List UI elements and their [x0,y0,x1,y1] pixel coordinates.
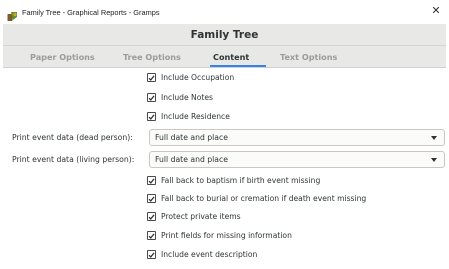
include-notes-label: Include Notes [161,93,213,102]
check-icon [148,113,155,120]
baptism-fallback-option[interactable]: Fall back to baptism if birth event miss… [147,176,320,185]
baptism-fallback-label: Fall back to baptism if birth event miss… [161,176,321,185]
missing-info-label: Print fields for missing information [161,231,292,240]
tab-tree-options[interactable]: Tree Options [123,46,181,68]
event-description-label: Include event description [161,250,258,259]
living-person-value: Full date and place [155,155,228,164]
checkbox-baptism-fallback[interactable] [147,176,156,185]
burial-fallback-option[interactable]: Fall back to burial or cremation if deat… [147,194,366,203]
protect-private-option[interactable]: Protect private items [147,212,241,221]
check-icon [148,94,155,101]
living-person-select[interactable]: Full date and place [149,151,445,168]
tab-bar: Paper Options Tree Options Content Text … [3,46,446,68]
checkbox-event-description[interactable] [147,250,156,259]
burial-fallback-label: Fall back to burial or cremation if deat… [161,194,367,203]
checkbox-include-residence[interactable] [147,112,156,121]
check-icon [148,251,155,258]
close-icon[interactable]: ✕ [429,3,443,19]
protect-private-label: Protect private items [161,212,241,221]
tab-paper-options[interactable]: Paper Options [30,46,95,68]
check-icon [148,232,155,239]
active-tab-indicator [210,65,266,67]
check-icon [148,195,155,202]
checkbox-include-occupation[interactable] [147,73,156,82]
checkbox-burial-fallback[interactable] [147,194,156,203]
missing-info-option[interactable]: Print fields for missing information [147,231,292,240]
checkbox-include-notes[interactable] [147,93,156,102]
check-icon [148,74,155,81]
include-residence-label: Include Residence [161,112,230,121]
dialog-title: Family Tree [190,28,259,41]
dead-person-label: Print event data (dead person): [12,133,133,142]
include-occupation-option[interactable]: Include Occupation [147,73,234,82]
tab-text-options[interactable]: Text Options [280,46,337,68]
window-title: Family Tree - Graphical Reports - Gramps [22,7,160,17]
checkbox-missing-info[interactable] [147,231,156,240]
content-panel: Include Occupation Include Notes Include… [3,68,446,269]
event-description-option[interactable]: Include event description [147,250,257,259]
window-titlebar: Family Tree - Graphical Reports - Gramps… [0,0,449,24]
dropdown-arrow-icon [431,158,437,162]
check-icon [148,213,155,220]
include-residence-option[interactable]: Include Residence [147,112,230,121]
check-icon [148,177,155,184]
dead-person-select[interactable]: Full date and place [149,129,445,146]
include-occupation-label: Include Occupation [161,73,235,82]
include-notes-option[interactable]: Include Notes [147,93,213,102]
living-person-label: Print event data (living person): [12,155,135,164]
gramps-app-icon [7,7,18,21]
dropdown-arrow-icon [431,136,437,140]
dialog-header: Family Tree [3,24,446,46]
checkbox-protect-private[interactable] [147,212,156,221]
dead-person-value: Full date and place [155,133,228,142]
